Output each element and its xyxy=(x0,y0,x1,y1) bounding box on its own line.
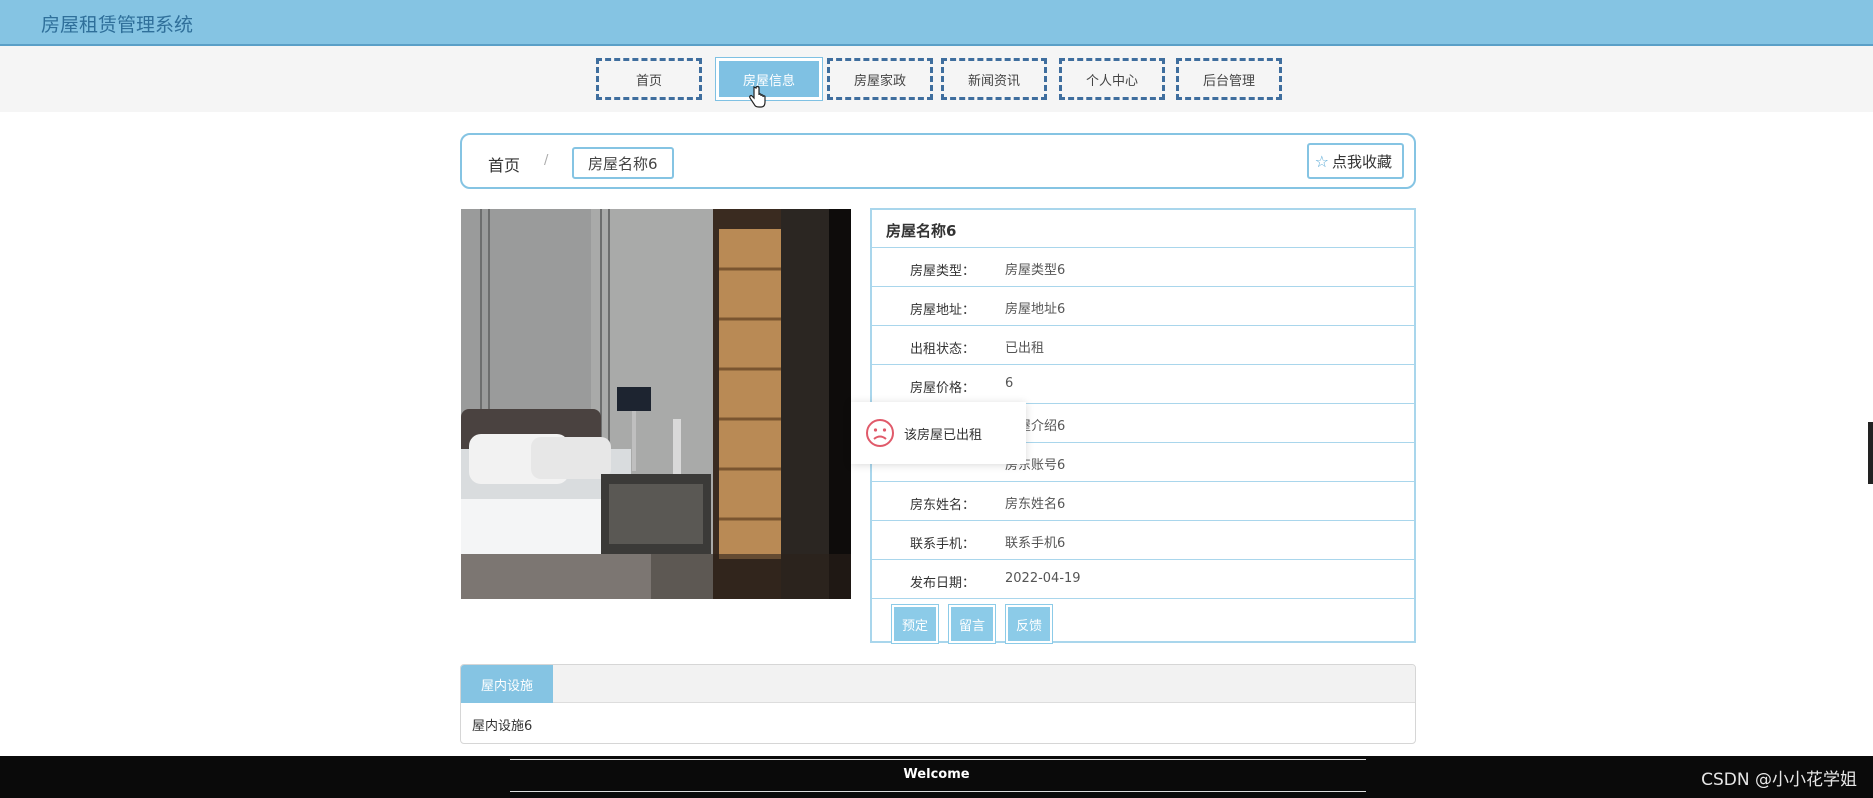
detail-row: 房屋类型： 房屋类型6 xyxy=(872,248,1414,287)
detail-row-label: 房屋类型： xyxy=(910,264,976,279)
breadcrumb: 首页 / 房屋名称6 ☆ 点我收藏 xyxy=(460,133,1416,189)
house-photo xyxy=(461,209,851,599)
nav-admin[interactable]: 后台管理 xyxy=(1176,58,1282,100)
detail-row-value: 房屋地址6 xyxy=(1005,302,1066,317)
nav-housekeeping[interactable]: 房屋家政 xyxy=(827,58,933,100)
main-nav: 首页 房屋信息 房屋家政 新闻资讯 个人中心 后台管理 xyxy=(0,46,1873,112)
breadcrumb-current: 房屋名称6 xyxy=(572,147,674,179)
top-header-bar: 房屋租赁管理系统 xyxy=(0,0,1873,46)
detail-row: 联系手机： 联系手机6 xyxy=(872,521,1414,560)
footer-divider-top xyxy=(510,759,1366,760)
detail-row-label: 出租状态： xyxy=(910,342,976,357)
reserve-button[interactable]: 预定 xyxy=(891,604,939,644)
facilities-tab-bar: 屋内设施 xyxy=(461,665,1415,703)
rented-toast: 该房屋已出租 xyxy=(851,402,1026,464)
breadcrumb-home-link[interactable]: 首页 xyxy=(488,152,520,176)
favorite-button-label: 点我收藏 xyxy=(1331,152,1392,171)
nav-house-info[interactable]: 房屋信息 xyxy=(715,57,823,101)
detail-row-value: 房东姓名6 xyxy=(1005,497,1066,512)
watermark: CSDN @小小花学姐 xyxy=(1701,770,1857,790)
toast-message: 该房屋已出租 xyxy=(904,427,983,443)
detail-row-value: 2022-04-19 xyxy=(1005,571,1081,586)
detail-row: 发布日期： 2022-04-19 xyxy=(872,560,1414,599)
footer-welcome: Welcome xyxy=(903,767,970,782)
detail-row-label: 房东姓名： xyxy=(910,498,976,513)
facilities-content: 屋内设施6 xyxy=(472,719,533,734)
favorite-button[interactable]: ☆ 点我收藏 xyxy=(1306,143,1404,179)
footer: Welcome CSDN @小小花学姐 xyxy=(0,756,1873,798)
sad-face-icon xyxy=(866,419,894,447)
detail-row-value: 已出租 xyxy=(1005,341,1045,356)
facilities-panel: 屋内设施 屋内设施6 xyxy=(460,664,1416,744)
detail-row: 出租状态： 已出租 xyxy=(872,326,1414,365)
detail-row-label: 联系手机： xyxy=(910,537,976,552)
breadcrumb-separator: / xyxy=(544,153,549,168)
detail-row: 房屋价格： 6 xyxy=(872,365,1414,404)
hand-cursor-icon xyxy=(749,85,766,108)
app-title: 房屋租赁管理系统 xyxy=(41,14,194,36)
detail-row-value: 联系手机6 xyxy=(1005,536,1066,551)
nav-news[interactable]: 新闻资讯 xyxy=(941,58,1047,100)
feedback-button[interactable]: 反馈 xyxy=(1005,604,1053,644)
detail-row-value: 房屋类型6 xyxy=(1005,263,1066,278)
detail-row-value: 6 xyxy=(1005,376,1014,391)
detail-row-label: 房屋价格： xyxy=(910,381,976,396)
detail-row: 房东姓名： 房东姓名6 xyxy=(872,482,1414,521)
detail-row-label: 发布日期： xyxy=(910,576,976,591)
detail-actions: 预定 留言 反馈 xyxy=(872,599,1414,644)
message-button[interactable]: 留言 xyxy=(948,604,996,644)
tab-facilities[interactable]: 屋内设施 xyxy=(461,665,553,703)
footer-divider-bottom xyxy=(510,791,1366,792)
nav-personal-center[interactable]: 个人中心 xyxy=(1059,58,1165,100)
detail-row-label: 房屋地址： xyxy=(910,303,976,318)
nav-home[interactable]: 首页 xyxy=(596,58,702,100)
scrollbar-thumb[interactable] xyxy=(1868,422,1873,484)
detail-row: 房屋地址： 房屋地址6 xyxy=(872,287,1414,326)
star-icon: ☆ xyxy=(1314,151,1329,171)
house-detail-title: 房屋名称6 xyxy=(872,210,1414,248)
